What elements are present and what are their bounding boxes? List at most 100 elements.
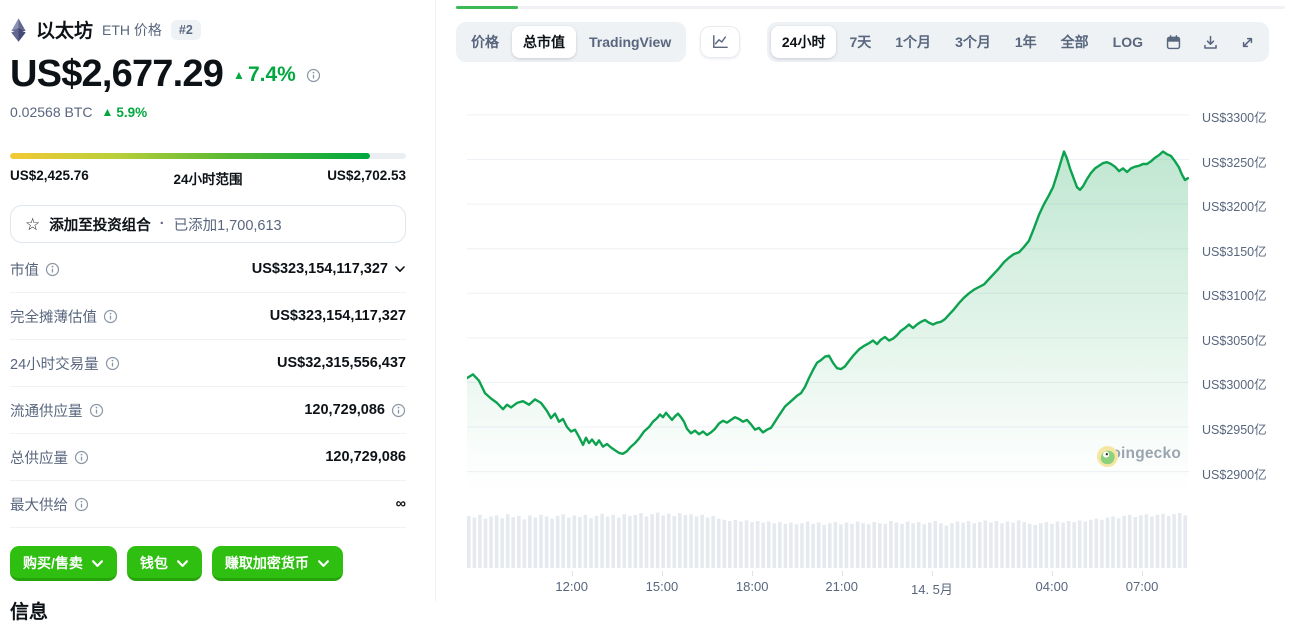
download-icon	[1202, 34, 1219, 51]
volume-bar	[872, 522, 876, 568]
calendar-icon	[1165, 34, 1182, 51]
volume-bar	[884, 524, 888, 568]
wallet-button[interactable]: 钱包	[127, 546, 202, 581]
calendar-button[interactable]	[1156, 28, 1191, 57]
chevron-down-icon	[176, 557, 189, 570]
volume-bar	[1067, 521, 1071, 568]
volume-bar	[1072, 522, 1076, 568]
earn-crypto-button[interactable]: 赚取加密货币	[212, 546, 343, 581]
y-axis: US$3300亿US$3250亿US$3200亿US$3150亿US$3100亿…	[1202, 98, 1291, 493]
volume-bar	[689, 514, 693, 568]
volume-bar	[650, 514, 654, 568]
volume-bar	[523, 519, 527, 568]
volume-bar	[850, 524, 854, 568]
x-axis-label: 21:00	[825, 579, 858, 594]
x-axis-label: 07:00	[1126, 579, 1159, 594]
volume-bar	[806, 522, 810, 569]
volume-bar	[1139, 515, 1143, 568]
stat-value-expandable[interactable]: US$323,154,117,327	[252, 261, 406, 277]
volume-bar	[561, 514, 565, 568]
volume-bar	[934, 521, 938, 568]
price-row: US$2,677.29 ▲ 7.4%	[10, 53, 406, 96]
download-button[interactable]	[1193, 28, 1228, 57]
volume-bar	[1178, 513, 1182, 568]
tab-range-all[interactable]: 全部	[1050, 26, 1100, 58]
volume-bar	[945, 525, 949, 568]
info-icon[interactable]	[89, 403, 104, 418]
tab-range-1m[interactable]: 1个月	[884, 26, 942, 58]
volume-bar	[750, 522, 754, 568]
tab-price[interactable]: 价格	[460, 26, 510, 58]
volume-bar	[567, 518, 571, 568]
volume-bar	[906, 522, 910, 569]
tab-range-log[interactable]: LOG	[1102, 28, 1154, 56]
chevron-down-icon	[91, 557, 104, 570]
fullscreen-button[interactable]	[1230, 28, 1265, 57]
tab-range-3m[interactable]: 3个月	[944, 26, 1002, 58]
range-bar-fill	[10, 153, 370, 159]
add-to-portfolio-button[interactable]: ☆ 添加至投资组合 · 已添加1,700,613	[10, 205, 406, 243]
info-icon[interactable]	[103, 309, 118, 324]
x-axis-tick	[932, 571, 933, 576]
table-row-max-supply: 最大供给 ∞	[10, 481, 406, 528]
chart-type-button[interactable]	[700, 26, 740, 58]
stat-label: 市值	[10, 259, 39, 280]
rank-badge: #2	[171, 20, 201, 40]
volume-bar	[678, 513, 682, 568]
tab-tradingview[interactable]: TradingView	[578, 28, 682, 56]
volume-bar	[695, 517, 699, 569]
buy-sell-button[interactable]: 购买/售卖	[10, 546, 117, 581]
tab-range-7d[interactable]: 7天	[838, 26, 882, 58]
volume-bar	[767, 522, 771, 569]
volume-bar	[1150, 517, 1154, 569]
stat-label: 流通供应量	[10, 400, 83, 421]
y-axis-label: US$3150亿	[1202, 241, 1267, 260]
volume-bar	[1128, 515, 1132, 568]
info-icon[interactable]	[74, 450, 89, 465]
info-icon[interactable]	[74, 497, 89, 512]
volume-bar	[1050, 524, 1054, 568]
volume-bar	[950, 523, 954, 568]
btc-price-row: 0.02568 BTC ▲ 5.9%	[10, 104, 406, 120]
volume-bar	[761, 523, 765, 568]
volume-bar	[1134, 517, 1138, 568]
page: 以太坊 ETH 价格 #2 US$2,677.29 ▲ 7.4% 0.02568…	[0, 0, 1291, 601]
y-axis-label: US$2900亿	[1202, 464, 1267, 483]
btc-change: ▲ 5.9%	[102, 105, 148, 120]
scroll-progress-track	[456, 6, 1285, 9]
tab-range-24h[interactable]: 24小时	[771, 26, 837, 58]
y-axis-label: US$3300亿	[1202, 107, 1267, 126]
info-section-heading: 信息	[10, 597, 406, 624]
table-row-total-supply: 总供应量 120,729,086	[10, 434, 406, 481]
volume-bar	[967, 521, 971, 568]
price-area	[467, 152, 1188, 494]
y-axis-label: US$2950亿	[1202, 419, 1267, 438]
metric-tab-group: 价格 总市值 TradingView	[456, 22, 686, 62]
stat-value: 120,729,086	[304, 402, 385, 418]
stats-table: 市值 US$323,154,117,327 完全摊薄估值 US$323,154,…	[10, 246, 406, 528]
stat-value: ∞	[396, 496, 406, 512]
price-info-icon[interactable]	[306, 67, 321, 82]
volume-bar	[928, 523, 932, 568]
volume-bar	[811, 524, 815, 568]
x-axis: 12:0015:0018:0021:0014. 5月04:0007:00	[467, 573, 1189, 595]
price-change-value: 7.4%	[248, 63, 296, 87]
volume-bar	[484, 519, 488, 568]
volume-bar	[895, 523, 899, 568]
tab-market-cap[interactable]: 总市值	[512, 26, 576, 58]
line-chart-icon	[711, 34, 729, 50]
info-icon[interactable]	[391, 403, 406, 418]
info-icon[interactable]	[45, 262, 60, 277]
info-icon[interactable]	[105, 356, 120, 371]
volume-bar	[711, 516, 715, 568]
volume-bar	[534, 518, 538, 568]
tab-range-1y[interactable]: 1年	[1004, 26, 1048, 58]
volume-bar	[1183, 515, 1187, 568]
x-axis-label: 14. 5月	[911, 579, 953, 598]
volume-bar	[956, 522, 960, 569]
price-plot[interactable]: coingecko	[467, 98, 1189, 493]
volume-bar	[795, 524, 799, 568]
chart-toolbar: 价格 总市值 TradingView 24小时 7天 1个月 3个月 1年 全部…	[456, 22, 1285, 62]
volume-bar	[589, 518, 593, 568]
volume-bar	[606, 517, 610, 569]
